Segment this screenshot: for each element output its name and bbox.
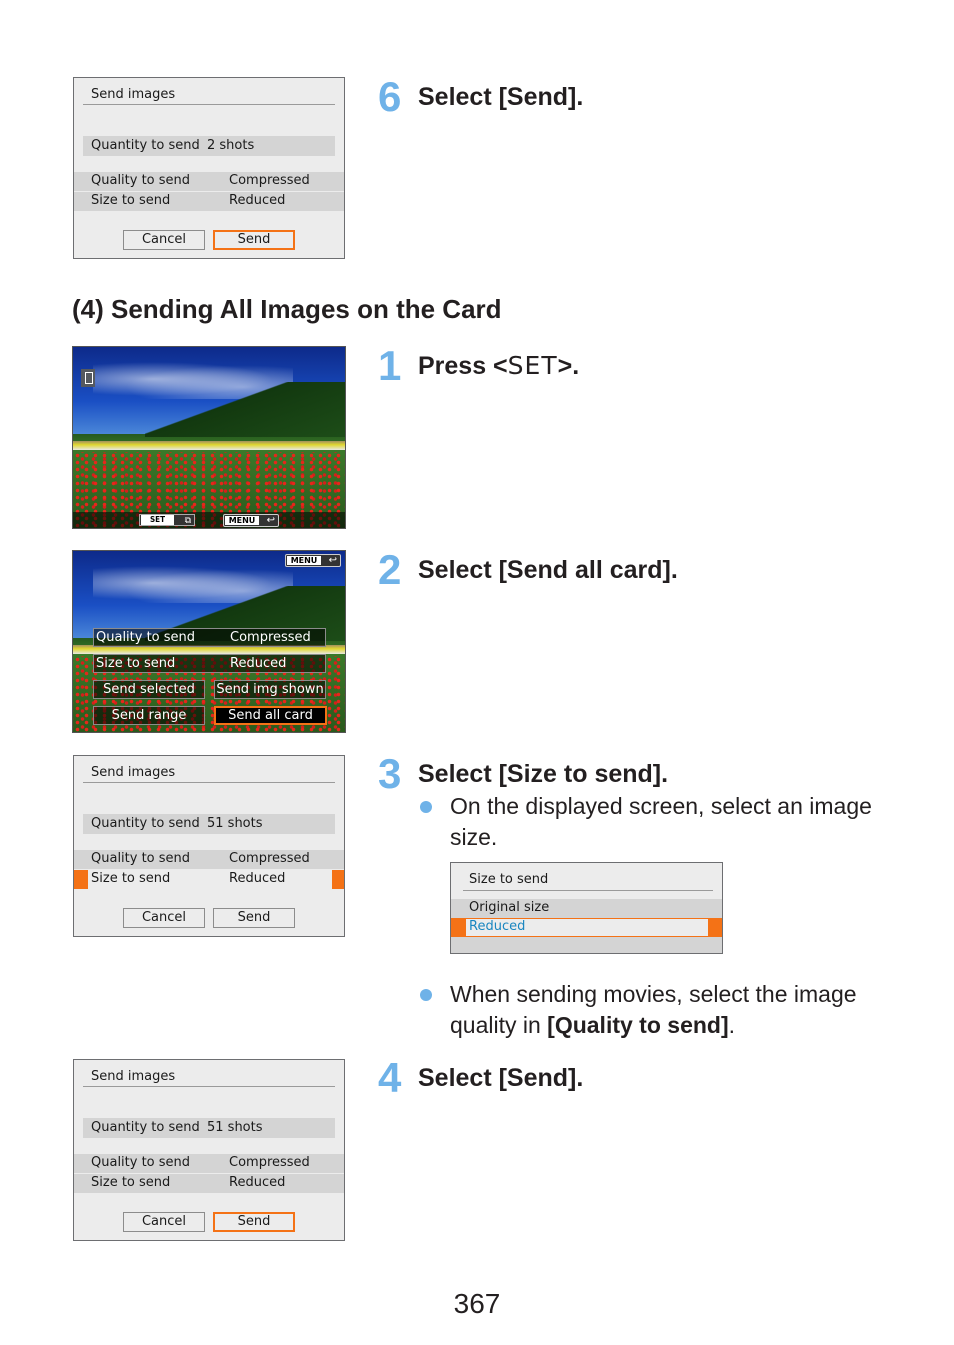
quantity-label: Quantity to send bbox=[91, 138, 200, 153]
size-label: Size to send bbox=[91, 193, 171, 208]
step-title-prefix: Press < bbox=[418, 352, 508, 380]
send-all-card-button[interactable]: Send all card bbox=[214, 706, 327, 725]
quality-to-send-option[interactable]: Quality to send Compressed bbox=[93, 628, 326, 647]
cancel-button[interactable]: Cancel bbox=[123, 908, 205, 928]
quantity-label: Quantity to send bbox=[91, 816, 200, 831]
return-icon: ↩ bbox=[266, 515, 275, 526]
size-to-send-menu: Size to send Original size Reduced bbox=[450, 862, 723, 954]
step-title: Select [Size to send]. bbox=[418, 760, 669, 788]
option-label: Original size bbox=[469, 900, 550, 915]
step-title: Press <SET>. bbox=[418, 351, 579, 381]
option-label: Reduced bbox=[469, 919, 526, 934]
bullet-dot-icon bbox=[420, 989, 432, 1001]
quantity-value: 51 shots bbox=[207, 816, 263, 831]
divider bbox=[83, 104, 335, 105]
divider bbox=[463, 890, 713, 891]
bottom-bar: SET ⧉ MENU ↩ bbox=[73, 512, 345, 528]
bullet-item: When sending movies, select the image qu… bbox=[418, 979, 890, 1041]
step-title-suffix: >. bbox=[557, 352, 580, 380]
step-number: 4 bbox=[378, 1054, 402, 1101]
set-button-glyph: SET bbox=[507, 351, 558, 380]
size-value: Reduced bbox=[229, 193, 286, 208]
size-to-send-row[interactable]: Size to send Reduced bbox=[74, 1174, 344, 1193]
playback-screen: SET ⧉ MENU ↩ bbox=[72, 346, 346, 529]
quantity-label: Quantity to send bbox=[91, 1120, 200, 1135]
menu-return-hint: MENU ↩ bbox=[223, 514, 279, 527]
bullet-text-bold: [Quality to send] bbox=[547, 1012, 729, 1038]
step-number: 1 bbox=[378, 342, 402, 389]
quality-label: Quality to send bbox=[91, 173, 191, 188]
option-label: Size to send bbox=[96, 656, 176, 671]
step-title: Select [Send]. bbox=[418, 83, 584, 111]
quantity-row: Quantity to send 51 shots bbox=[83, 814, 335, 834]
quality-to-send-row[interactable]: Quality to send Compressed bbox=[74, 172, 344, 191]
divider bbox=[83, 1086, 335, 1087]
quality-to-send-row[interactable]: Quality to send Compressed bbox=[74, 850, 344, 869]
quantity-value: 2 shots bbox=[207, 138, 255, 153]
section-heading: (4) Sending All Images on the Card bbox=[72, 294, 502, 324]
send-icon: ⧉ bbox=[184, 515, 191, 525]
quality-value: Compressed bbox=[229, 1155, 310, 1170]
send-range-button[interactable]: Send range bbox=[93, 706, 205, 725]
send-images-dialog: Send images Quantity to send 2 shots Qua… bbox=[73, 77, 345, 259]
quality-to-send-row[interactable]: Quality to send Compressed bbox=[74, 1154, 344, 1173]
quantity-row: Quantity to send 51 shots bbox=[83, 1118, 335, 1138]
bullet-text: When sending movies, select the image qu… bbox=[450, 979, 890, 1041]
step-number: 3 bbox=[378, 750, 402, 797]
dialog-title: Send images bbox=[91, 765, 176, 780]
quantity-value: 51 shots bbox=[207, 1120, 263, 1135]
menu-key: MENU bbox=[287, 556, 321, 565]
step-number: 2 bbox=[378, 546, 402, 593]
bullet-text-suffix: . bbox=[728, 1012, 736, 1038]
option-original-size[interactable]: Original size bbox=[451, 899, 722, 918]
send-images-dialog: Send images Quantity to send 51 shots Qu… bbox=[73, 755, 345, 937]
dialog-title: Send images bbox=[91, 87, 176, 102]
set-send-hint: SET ⧉ bbox=[139, 514, 195, 526]
size-to-send-row[interactable]: Size to send Reduced bbox=[74, 192, 344, 211]
step-title: Select [Send]. bbox=[418, 1064, 584, 1092]
menu-filler bbox=[451, 937, 722, 953]
quality-label: Quality to send bbox=[91, 1155, 191, 1170]
divider bbox=[83, 782, 335, 783]
cancel-button[interactable]: Cancel bbox=[123, 1212, 205, 1232]
menu-return-hint[interactable]: MENU ↩ bbox=[285, 554, 341, 567]
set-key: SET bbox=[141, 515, 174, 525]
step-number: 6 bbox=[378, 73, 402, 120]
send-button[interactable]: Send bbox=[213, 908, 295, 928]
quality-label: Quality to send bbox=[91, 851, 191, 866]
smartphone-icon bbox=[81, 369, 95, 387]
send-images-dialog: Send images Quantity to send 51 shots Qu… bbox=[73, 1059, 345, 1241]
menu-title: Size to send bbox=[469, 872, 549, 887]
send-button[interactable]: Send bbox=[213, 1212, 295, 1232]
send-options-screen: MENU ↩ Quality to send Compressed Size t… bbox=[72, 550, 346, 733]
cancel-button[interactable]: Cancel bbox=[123, 230, 205, 250]
bullet-text: On the displayed screen, select an image… bbox=[450, 793, 872, 850]
quality-value: Compressed bbox=[229, 851, 310, 866]
send-selected-button[interactable]: Send selected bbox=[93, 680, 205, 699]
send-button[interactable]: Send bbox=[213, 230, 295, 250]
size-to-send-option[interactable]: Size to send Reduced bbox=[93, 654, 326, 673]
size-value: Reduced bbox=[229, 871, 286, 886]
bullet-item: On the displayed screen, select an image… bbox=[418, 791, 890, 853]
return-icon: ↩ bbox=[328, 555, 337, 566]
size-label: Size to send bbox=[91, 1175, 171, 1190]
option-value: Reduced bbox=[230, 656, 287, 671]
size-to-send-row[interactable]: Size to send Reduced bbox=[74, 870, 344, 889]
bullet-dot-icon bbox=[420, 801, 432, 813]
page-number: 367 bbox=[453, 1288, 501, 1319]
menu-key: MENU bbox=[225, 516, 259, 525]
step-title: Select [Send all card]. bbox=[418, 556, 678, 584]
quality-value: Compressed bbox=[229, 173, 310, 188]
option-reduced[interactable]: Reduced bbox=[451, 918, 722, 937]
tree-line bbox=[145, 382, 345, 437]
size-label: Size to send bbox=[91, 871, 171, 886]
option-value: Compressed bbox=[230, 630, 311, 645]
option-label: Quality to send bbox=[96, 630, 196, 645]
send-img-shown-button[interactable]: Send img shown bbox=[214, 680, 326, 699]
dialog-title: Send images bbox=[91, 1069, 176, 1084]
quantity-row: Quantity to send 2 shots bbox=[83, 136, 335, 156]
size-value: Reduced bbox=[229, 1175, 286, 1190]
